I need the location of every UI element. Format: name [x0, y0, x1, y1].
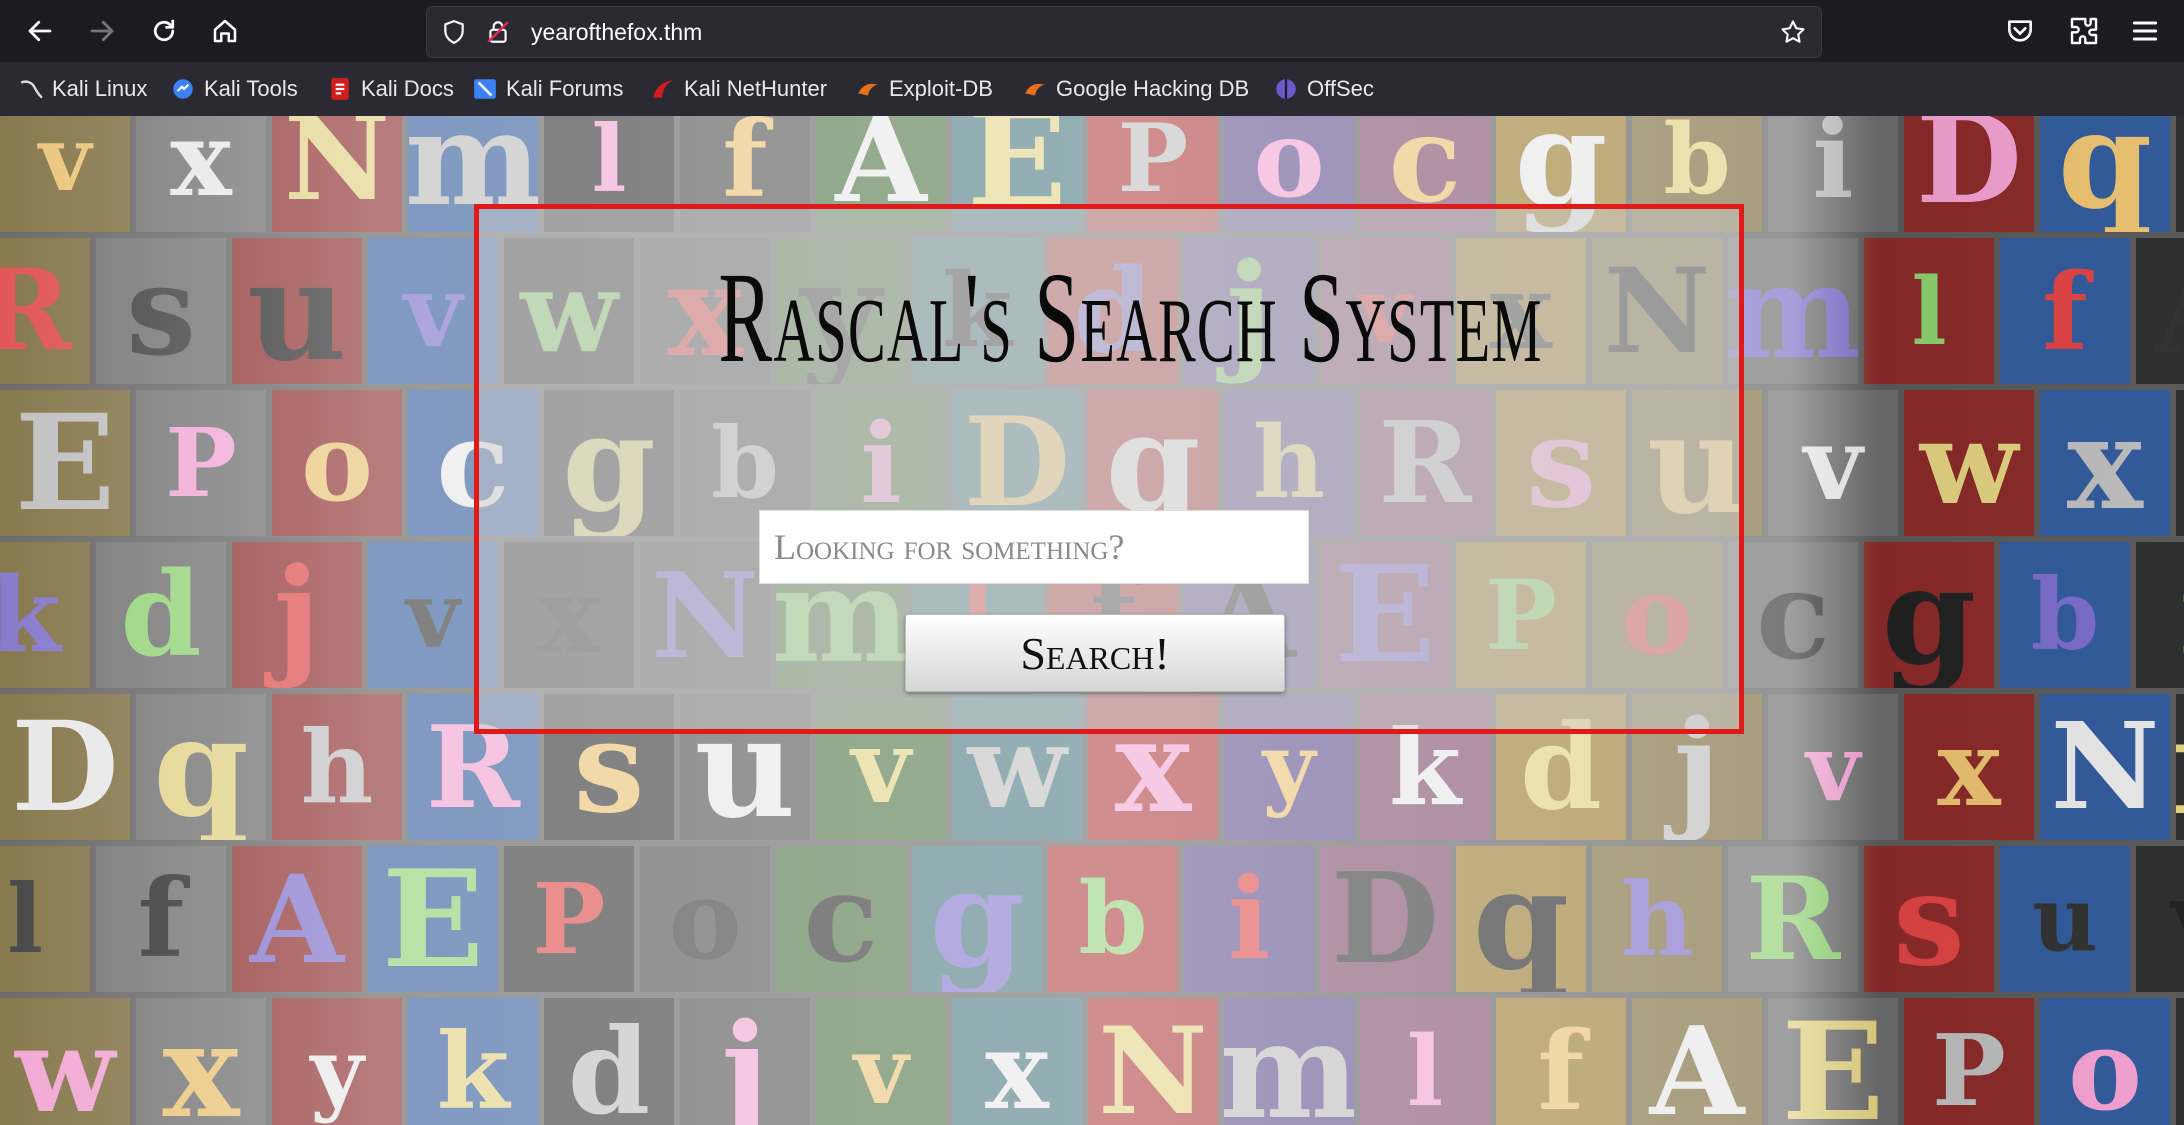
bookmark-exploit-db[interactable]: Exploit-DB	[855, 74, 993, 104]
bookmark-label: Kali NetHunter	[684, 76, 828, 101]
kali-tools-icon	[173, 79, 193, 99]
bookmark-label: Kali Linux	[52, 76, 148, 101]
home-icon	[213, 19, 237, 43]
menu-icon[interactable]	[2129, 15, 2161, 47]
kali-dragon-icon	[20, 80, 43, 99]
search-button[interactable]: Search!	[905, 614, 1285, 692]
arrow-right-icon	[90, 20, 114, 42]
kali-nethunter-icon	[653, 80, 673, 98]
home-button[interactable]	[205, 11, 245, 51]
page-title: Rascal's Search System	[718, 246, 1543, 390]
search-input[interactable]	[759, 510, 1309, 584]
bookmark-kali-docs[interactable]: Kali Docs	[327, 74, 454, 104]
bookmark-kali-tools[interactable]: Kali Tools	[170, 74, 298, 104]
forward-button[interactable]	[82, 11, 122, 51]
arrow-left-icon	[28, 20, 52, 42]
extensions-icon[interactable]	[2068, 15, 2100, 47]
bookmark-offsec[interactable]: OffSec	[1273, 74, 1374, 104]
url-bar[interactable]: yearofthefox.thm	[426, 6, 1822, 58]
bookmark-kali-linux[interactable]: Kali Linux	[18, 74, 147, 104]
bookmarks-bar: Kali Linux Kali Tools Kali Docs Kali For…	[0, 62, 2184, 118]
back-button[interactable]	[20, 11, 60, 51]
exploit-db-icon	[858, 83, 878, 96]
bookmark-kali-forums[interactable]: Kali Forums	[472, 74, 623, 104]
search-panel: Rascal's Search System Search!	[474, 204, 1744, 734]
url-text[interactable]: yearofthefox.thm	[531, 19, 702, 46]
insecure-lock-icon[interactable]	[485, 19, 511, 45]
kali-forums-icon	[474, 79, 496, 99]
bookmark-label: OffSec	[1307, 76, 1374, 101]
reload-icon	[153, 19, 175, 42]
pocket-icon[interactable]	[2004, 15, 2036, 47]
page-content: vxNmlfAEPocgbiDqhRsuvwxykdjvxNmlfAEPocgb…	[0, 116, 2184, 1125]
offsec-icon	[1276, 79, 1296, 99]
reload-button[interactable]	[144, 11, 184, 51]
kali-docs-icon	[331, 78, 349, 100]
bookmark-label: Kali Tools	[204, 76, 298, 101]
bookmark-label: Kali Forums	[506, 76, 624, 101]
ghdb-icon	[1025, 83, 1045, 96]
shield-icon[interactable]	[441, 19, 467, 45]
bookmark-label: Exploit-DB	[889, 76, 993, 101]
bookmark-label: Google Hacking DB	[1056, 76, 1250, 101]
browser-toolbar: yearofthefox.thm	[0, 0, 2184, 62]
bookmark-label: Kali Docs	[361, 76, 454, 101]
bookmark-google-hacking-db[interactable]: Google Hacking DB	[1022, 74, 1249, 104]
bookmark-kali-nethunter[interactable]: Kali NetHunter	[650, 74, 827, 104]
star-icon[interactable]	[1779, 18, 1807, 46]
